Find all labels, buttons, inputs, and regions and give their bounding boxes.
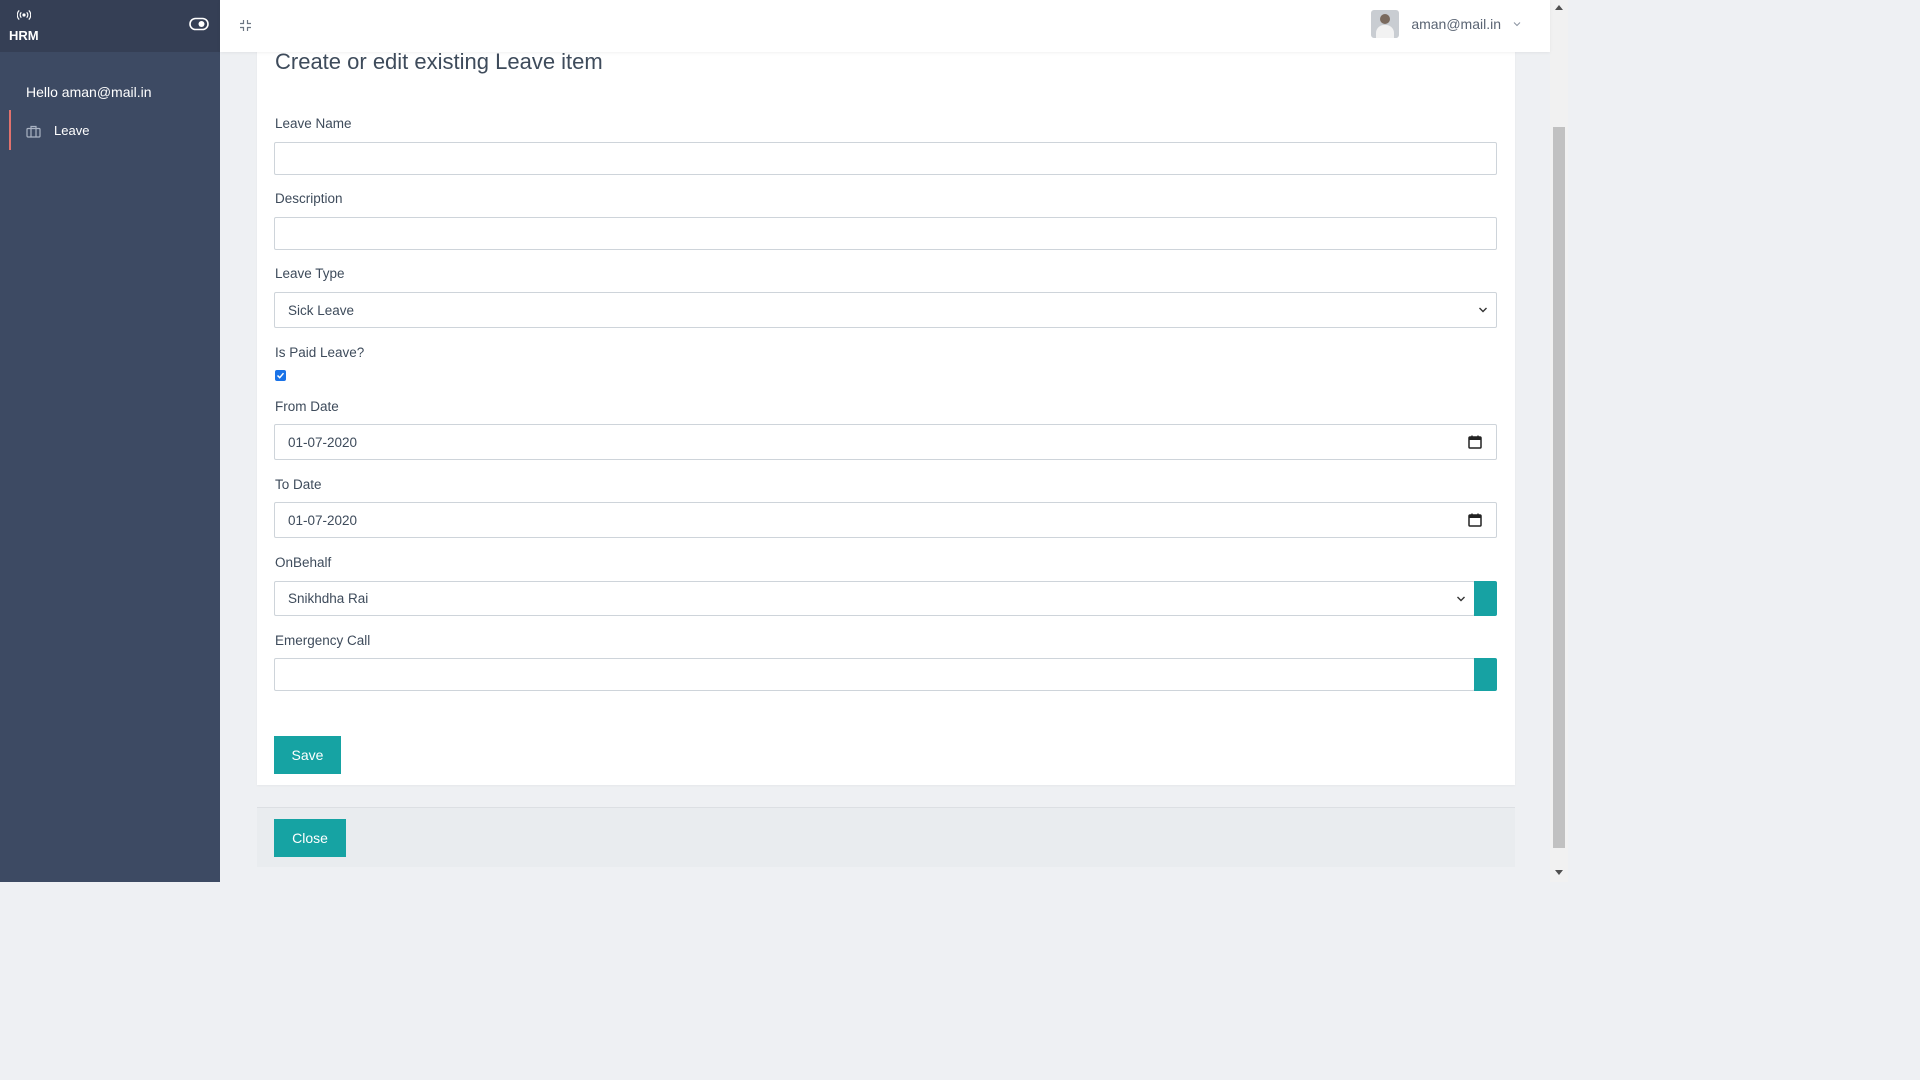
brand-bar: HRM bbox=[0, 0, 220, 52]
on-behalf-label: OnBehalf bbox=[275, 555, 332, 570]
sidebar: HRM Hello aman@mail.in Leave bbox=[0, 0, 220, 882]
from-date-input[interactable]: 01-07-2020 bbox=[274, 424, 1497, 460]
sidebar-greeting: Hello aman@mail.in bbox=[26, 84, 152, 100]
leave-type-value: Sick Leave bbox=[288, 302, 355, 318]
scroll-up-arrow-icon[interactable] bbox=[1555, 4, 1563, 10]
chevron-down-icon bbox=[1457, 596, 1465, 601]
form-card: Create or edit existing Leave item Leave… bbox=[257, 40, 1515, 785]
vertical-scrollbar[interactable] bbox=[1550, 0, 1568, 882]
emergency-call-label: Emergency Call bbox=[275, 633, 371, 648]
active-indicator bbox=[9, 110, 11, 150]
on-behalf-value: Snikhdha Rai bbox=[288, 591, 369, 606]
save-button[interactable]: Save bbox=[274, 736, 341, 774]
check-icon bbox=[276, 372, 285, 379]
scroll-down-arrow-icon[interactable] bbox=[1555, 870, 1563, 876]
to-date-label: To Date bbox=[275, 477, 322, 492]
leave-name-input[interactable] bbox=[274, 142, 1497, 175]
emergency-call-addon-button[interactable] bbox=[1474, 658, 1497, 691]
chevron-down-icon bbox=[1513, 22, 1521, 27]
to-date-value: 01-07-2020 bbox=[288, 512, 358, 528]
leave-name-label: Leave Name bbox=[275, 116, 352, 131]
on-behalf-select[interactable]: Snikhdha Rai bbox=[274, 581, 1475, 616]
app-name: HRM bbox=[9, 28, 39, 43]
is-paid-checkbox[interactable] bbox=[275, 370, 286, 381]
avatar bbox=[1371, 10, 1400, 38]
sidebar-item-label: Leave bbox=[54, 123, 90, 138]
page-title: Create or edit existing Leave item bbox=[275, 49, 603, 74]
scrollbar-thumb[interactable] bbox=[1553, 127, 1565, 848]
close-button[interactable]: Close bbox=[274, 819, 346, 857]
modal-footer: Close bbox=[257, 807, 1515, 867]
calendar-icon[interactable] bbox=[1468, 435, 1482, 449]
collapse-icon[interactable] bbox=[239, 19, 252, 32]
leave-type-select[interactable]: Sick Leave bbox=[274, 292, 1497, 328]
top-header: aman@mail.in bbox=[220, 0, 1550, 52]
broadcast-icon bbox=[17, 9, 31, 21]
description-label: Description bbox=[275, 191, 343, 206]
briefcase-icon bbox=[26, 125, 41, 138]
chevron-down-icon bbox=[1479, 307, 1487, 313]
on-behalf-addon-button[interactable] bbox=[1474, 581, 1497, 616]
emergency-call-input[interactable] bbox=[274, 658, 1475, 691]
leave-type-label: Leave Type bbox=[275, 266, 345, 281]
is-paid-label: Is Paid Leave? bbox=[275, 345, 365, 360]
user-email: aman@mail.in bbox=[1411, 16, 1501, 32]
toggle-icon[interactable] bbox=[189, 17, 209, 31]
sidebar-item-leave[interactable]: Leave bbox=[0, 110, 220, 150]
from-date-value: 01-07-2020 bbox=[288, 434, 358, 450]
user-menu[interactable]: aman@mail.in bbox=[1371, 10, 1521, 38]
to-date-input[interactable]: 01-07-2020 bbox=[274, 502, 1497, 538]
calendar-icon[interactable] bbox=[1468, 513, 1482, 527]
from-date-label: From Date bbox=[275, 399, 339, 414]
description-input[interactable] bbox=[274, 217, 1497, 250]
